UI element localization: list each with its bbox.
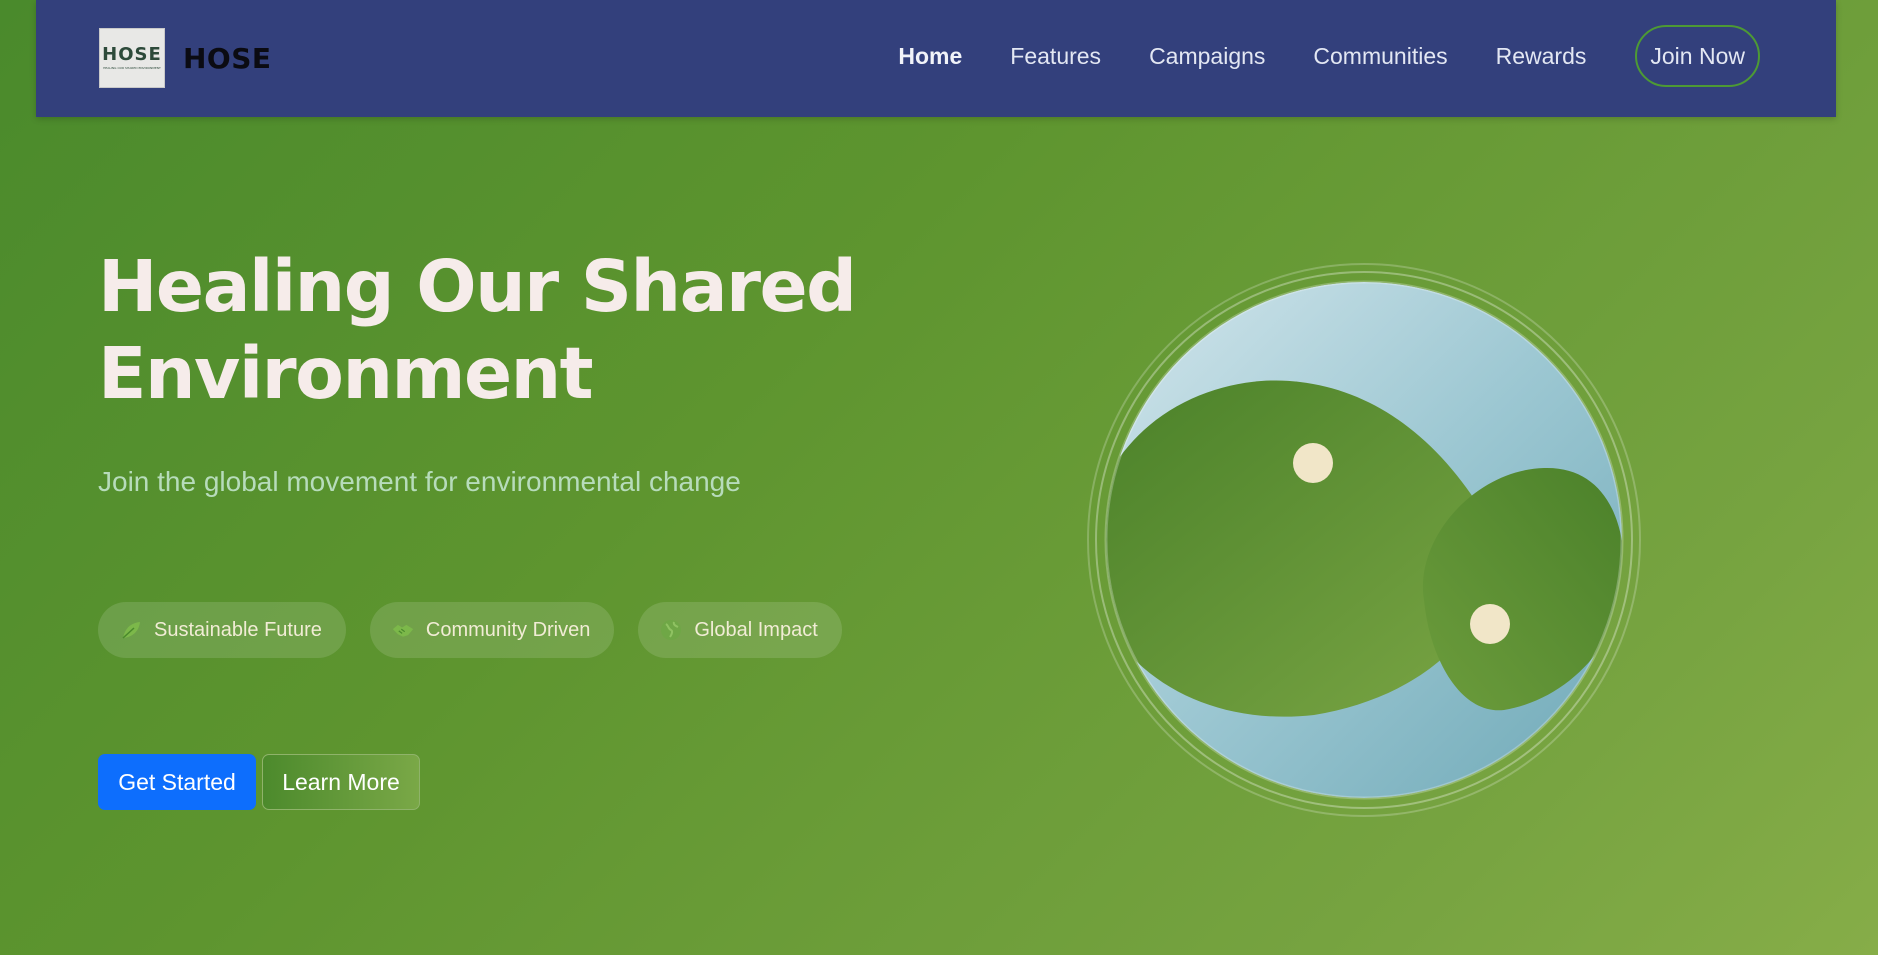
hero-cta-group: Get Started Learn More — [98, 754, 420, 810]
globe-icon — [660, 619, 682, 641]
nav-home[interactable]: Home — [898, 24, 962, 88]
nav-communities[interactable]: Communities — [1313, 24, 1447, 88]
hero-title: Healing Our Shared Environment — [98, 243, 878, 417]
location-dot — [1470, 604, 1510, 644]
nav-campaigns[interactable]: Campaigns — [1149, 24, 1265, 88]
feature-pills: Sustainable Future Community Driven Glob… — [98, 602, 866, 658]
hero-subtitle: Join the global movement for environment… — [98, 466, 741, 497]
hero-title-line1: Healing Our Shared — [98, 245, 857, 328]
navbar: HOSE HEALING OUR SHARED ENVIRONMENT HOSE… — [36, 0, 1836, 117]
location-dot — [1293, 443, 1333, 483]
pill-global-impact: Global Impact — [638, 602, 842, 658]
hero-title-line2: Environment — [98, 332, 594, 415]
nav-links: Home Features Campaigns Communities Rewa… — [898, 24, 1760, 88]
get-started-button[interactable]: Get Started — [98, 754, 256, 810]
pill-sustainable-future: Sustainable Future — [98, 602, 346, 658]
logo-text: HOSE — [102, 44, 162, 65]
brand-name: HOSE — [183, 41, 272, 75]
hero-illustration — [1084, 260, 1644, 820]
nav-features[interactable]: Features — [1010, 24, 1101, 88]
learn-more-button[interactable]: Learn More — [262, 754, 420, 810]
handshake-icon — [392, 619, 414, 641]
earth-illustration — [1087, 263, 1641, 817]
brand[interactable]: HOSE HEALING OUR SHARED ENVIRONMENT HOSE — [99, 28, 272, 88]
nav-rewards[interactable]: Rewards — [1496, 24, 1587, 88]
join-now-button[interactable]: Join Now — [1635, 25, 1760, 87]
logo: HOSE HEALING OUR SHARED ENVIRONMENT — [99, 28, 165, 88]
pill-community-driven: Community Driven — [369, 602, 615, 658]
logo-tagline: HEALING OUR SHARED ENVIRONMENT — [103, 66, 161, 70]
pill-label: Community Driven — [425, 618, 591, 641]
pill-label: Sustainable Future — [154, 618, 322, 641]
leaf-icon — [120, 619, 142, 641]
pill-label: Global Impact — [694, 618, 818, 641]
